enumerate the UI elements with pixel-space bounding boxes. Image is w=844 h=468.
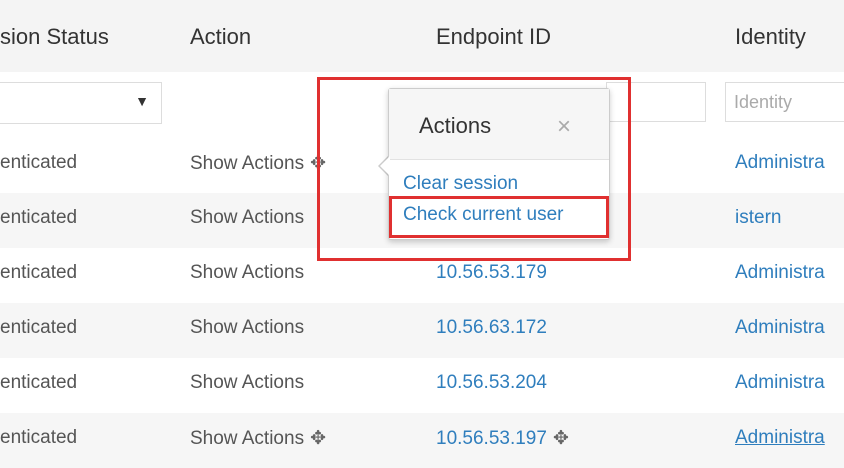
column-header-action[interactable]: Action (190, 24, 251, 50)
column-header-endpoint-id[interactable]: Endpoint ID (436, 24, 551, 50)
status-cell: enticated (0, 152, 78, 173)
popover-header: Actions × (389, 89, 609, 160)
clear-session-link[interactable]: Clear session (403, 173, 518, 195)
identity-link[interactable]: Administra (735, 372, 825, 394)
endpoint-id-link[interactable]: 10.56.53.204 (436, 372, 547, 394)
column-header-session-status[interactable]: sion Status (0, 24, 109, 50)
move-icon[interactable]: ✥ (553, 428, 569, 449)
endpoint-id-link[interactable]: 10.56.63.172 (436, 317, 547, 339)
endpoint-id-link[interactable]: 10.56.53.197 ✥ (436, 427, 569, 450)
move-icon[interactable]: ✥ (310, 428, 326, 449)
chevron-down-icon: ▼ (135, 93, 149, 109)
status-cell: enticated (0, 262, 78, 283)
show-actions-link[interactable]: Show Actions ✥ (190, 152, 326, 175)
status-filter-select[interactable]: ▼ (0, 82, 162, 124)
show-actions-link[interactable]: Show Actions (190, 207, 304, 229)
identity-link[interactable]: istern (735, 207, 781, 229)
endpoint-id-label: 10.56.53.197 (436, 428, 547, 449)
table-row: enticated Show Actions 10.56.53.204 Admi… (0, 358, 844, 413)
status-cell: enticated (0, 372, 78, 393)
identity-filter-placeholder: Identity (734, 92, 793, 112)
status-cell: enticated (0, 427, 78, 448)
status-cell: enticated (0, 317, 78, 338)
identity-link[interactable]: Administra (735, 262, 825, 284)
action-label: Show Actions (190, 428, 305, 449)
table-row: enticated Show Actions 10.56.53.179 Admi… (0, 248, 844, 303)
identity-filter-input[interactable]: Identity (725, 82, 844, 122)
table-row: enticated Show Actions 10.56.63.172 Admi… (0, 303, 844, 358)
show-actions-link[interactable]: Show Actions (190, 372, 304, 394)
endpoint-filter-input[interactable] (606, 82, 706, 122)
show-actions-link[interactable]: Show Actions ✥ (190, 427, 326, 450)
close-icon[interactable]: × (557, 113, 571, 141)
column-header-identity[interactable]: Identity (735, 24, 806, 50)
table-header: sion Status Action Endpoint ID Identity (0, 0, 844, 73)
identity-link[interactable]: Administra (735, 427, 825, 449)
move-icon[interactable]: ✥ (310, 153, 326, 174)
table-row: enticated Show Actions ✥ 10.56.53.197 ✥ Ad… (0, 413, 844, 468)
action-label: Show Actions (190, 153, 305, 174)
check-current-user-link[interactable]: Check current user (403, 204, 564, 226)
endpoint-id-link[interactable]: 10.56.53.179 (436, 262, 547, 284)
show-actions-link[interactable]: Show Actions (190, 317, 304, 339)
popover-title: Actions (419, 113, 492, 138)
status-cell: enticated (0, 207, 78, 228)
identity-link[interactable]: Administra (735, 152, 825, 174)
identity-link[interactable]: Administra (735, 317, 825, 339)
show-actions-link[interactable]: Show Actions (190, 262, 304, 284)
popover-caret-fill (380, 156, 390, 176)
actions-popover: Actions × Clear session Check current us… (388, 88, 610, 240)
